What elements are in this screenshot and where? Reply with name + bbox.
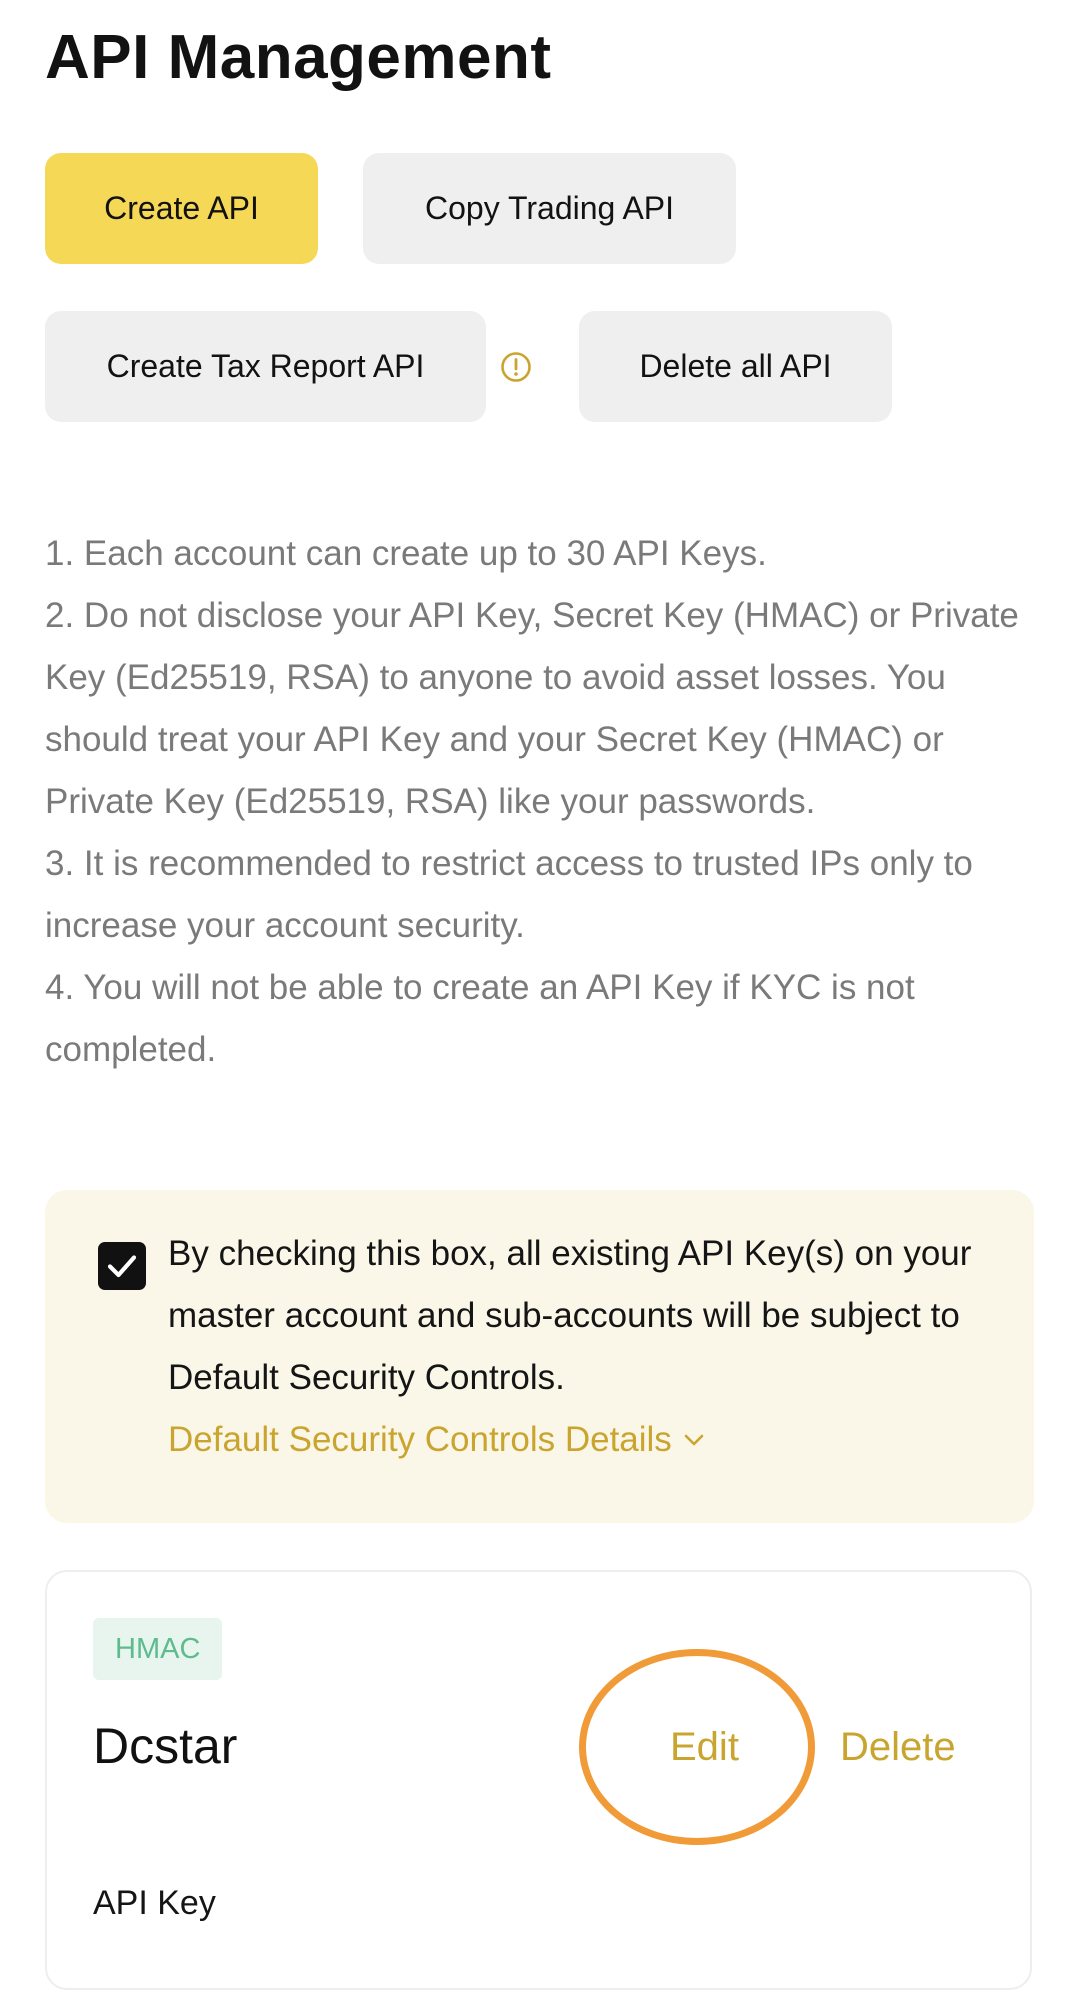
security-controls-details-link[interactable]: Default Security Controls Details [168,1409,708,1471]
api-notes-list: 1. Each account can create up to 30 API … [45,523,1045,1081]
edit-button[interactable]: Edit [670,1720,739,1774]
note-item: 1. Each account can create up to 30 API … [45,534,767,573]
api-key-name: Dcstar [93,1718,238,1774]
key-type-badge: HMAC [93,1618,223,1680]
security-controls-checkbox[interactable] [98,1242,146,1290]
create-api-button[interactable]: Create API [45,153,318,264]
security-controls-text: By checking this box, all existing API K… [168,1234,972,1397]
note-item: 2. Do not disclose your API Key, Secret … [45,596,1019,821]
chevron-down-icon [684,1434,704,1446]
delete-all-api-button[interactable]: Delete all API [579,311,892,422]
api-key-label: API Key [93,1884,216,1922]
info-icon[interactable] [500,351,532,383]
delete-button[interactable]: Delete [840,1720,956,1774]
checkmark-icon [107,1255,137,1278]
page-title: API Management [45,23,552,92]
note-item: 3. It is recommended to restrict access … [45,844,973,945]
details-link-label: Default Security Controls Details [168,1420,672,1459]
note-item: 4. You will not be able to create an API… [45,968,915,1069]
copy-trading-api-button[interactable]: Copy Trading API [363,153,736,264]
create-tax-report-api-button[interactable]: Create Tax Report API [45,311,486,422]
default-security-controls-panel: By checking this box, all existing API K… [45,1190,1034,1523]
api-key-card: HMAC Dcstar Edit Delete API Key [45,1570,1032,1990]
